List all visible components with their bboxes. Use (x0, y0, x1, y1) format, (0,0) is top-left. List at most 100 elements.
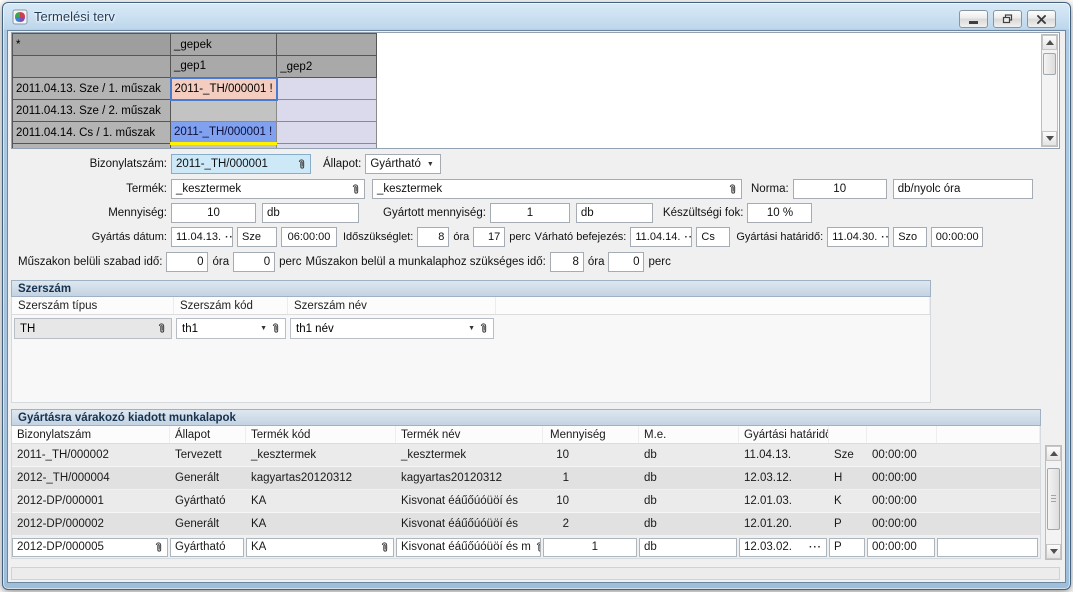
edit-termek-nev-field[interactable]: Kisvonat éáűőúóüöí és m (396, 538, 541, 557)
termek-kod-field[interactable]: _kesztermek (171, 179, 365, 199)
col-extra-blank (937, 426, 1040, 443)
gyartas-datum-field[interactable]: 11.04.13. ··· (171, 227, 233, 247)
table-row[interactable]: 2011-_TH/000002Tervezett _kesztermek_kes… (11, 444, 1041, 467)
scrollbar-thumb[interactable] (1043, 53, 1056, 75)
schedule-cell-selected[interactable]: 2011-_TH/000001 ! (171, 78, 277, 100)
schedule-grid: * _gepek _gep1 _gep2 2011.04.13. Sze / 1… (12, 33, 377, 149)
szerszam-col-kod: Szerszám kód (174, 297, 288, 314)
table-row[interactable]: 2012-_TH/000004Generált kagyartas2012031… (11, 467, 1041, 490)
varhato-label: Várható befejezés: (535, 231, 627, 243)
szabad-ora-value: 0 (197, 256, 203, 268)
col-termek-kod: Termék kód (246, 426, 396, 443)
mennyiseg-field[interactable]: 10 (171, 203, 256, 223)
allapot-value: Gyártható (370, 158, 421, 170)
szerszam-tipus-value: TH (20, 323, 35, 335)
termek-nev-field[interactable]: _kesztermek (372, 179, 742, 199)
paperclip-icon[interactable] (380, 541, 389, 554)
szukseges-perc-field[interactable]: 0 (608, 252, 644, 272)
edit-allapot-field[interactable]: Gyártható (170, 538, 244, 557)
paperclip-icon[interactable] (535, 541, 541, 554)
paperclip-icon[interactable] (154, 541, 163, 554)
hatarido-datum-field[interactable]: 11.04.30. ··· (827, 227, 889, 247)
grid-group-header: _gepek (171, 34, 277, 56)
paperclip-icon[interactable] (351, 183, 360, 196)
edit-bizonylatszam-field[interactable]: 2012-DP/000005 (12, 538, 168, 557)
szerszam-column-headers: Szerszám típus Szerszám kód Szerszám név (11, 297, 931, 315)
gyartott-unit-value: db (581, 207, 594, 219)
schedule-cell[interactable] (277, 78, 377, 100)
allapot-select[interactable]: Gyártható ▼ (365, 154, 441, 174)
ellipsis-button[interactable]: ··· (809, 542, 822, 553)
szabad-perc-value: 0 (264, 256, 270, 268)
idoszukseglet-ora-value: 8 (438, 231, 444, 243)
schedule-cell[interactable] (171, 144, 277, 150)
szerszam-tipus-field[interactable]: TH (14, 318, 172, 339)
szabad-perc-field[interactable]: 0 (233, 252, 275, 272)
table-row[interactable]: 2012-DP/000002Generált KAKisvonat éáűőúó… (11, 513, 1041, 536)
schedule-scrollbar[interactable] (1041, 34, 1058, 147)
paperclip-icon[interactable] (479, 322, 488, 335)
szukseges-ora-field[interactable]: 8 (550, 252, 584, 272)
edit-extra-field[interactable] (937, 538, 1038, 557)
scroll-up-button[interactable] (1046, 446, 1061, 461)
table-edit-row[interactable]: 2012-DP/000005 Gyártható KA Kisvonat éáű… (11, 536, 1041, 559)
close-button[interactable] (1027, 10, 1056, 28)
ellipsis-button[interactable]: ··· (684, 232, 692, 243)
ellipsis-button[interactable]: ··· (225, 232, 233, 243)
idoszukseglet-ora-field[interactable]: 8 (417, 227, 449, 247)
scrollbar-thumb[interactable] (1047, 468, 1060, 530)
szabad-ora-field[interactable]: 0 (166, 252, 208, 272)
paperclip-icon[interactable] (157, 322, 166, 335)
scroll-down-icon (1050, 549, 1058, 554)
schedule-cell[interactable] (171, 100, 277, 122)
paperclip-icon[interactable] (728, 183, 737, 196)
screenshot-stage: Termelési terv * _gepek (0, 0, 1073, 592)
varhato-datum-field[interactable]: 11.04.14. ··· (630, 227, 692, 247)
edit-hatarido-field[interactable]: 12.03.02. ··· (739, 538, 827, 557)
edit-termek-kod-field[interactable]: KA (246, 538, 394, 557)
gyartas-ido-field[interactable]: 06:00:00 (281, 227, 337, 247)
col-termek-nev: Termék név (396, 426, 543, 443)
bizonylatszam-field[interactable]: 2011-_TH/000001 (171, 154, 311, 174)
chevron-down-icon: ▼ (427, 161, 434, 168)
scroll-up-button[interactable] (1042, 35, 1057, 50)
keszultsegi-field[interactable]: 10 % (747, 203, 812, 223)
hatarido-ido-field[interactable]: 00:00:00 (931, 227, 983, 247)
restore-icon (1002, 14, 1013, 24)
schedule-cell[interactable] (277, 122, 377, 144)
edit-mennyiseg-field[interactable]: 1 (543, 538, 637, 557)
gyartott-unit-field[interactable]: db (576, 203, 653, 223)
norma-unit-field[interactable]: db/nyolc óra (893, 179, 1033, 199)
paperclip-icon[interactable] (271, 322, 280, 335)
mennyiseg-unit-field[interactable]: db (262, 203, 359, 223)
scroll-down-button[interactable] (1046, 544, 1061, 559)
schedule-cell-focused[interactable]: 2011-_TH/000001 ! (171, 122, 277, 144)
table-row[interactable]: 2012-DP/000001Gyártható KAKisvonat éáűőú… (11, 490, 1041, 513)
edit-me-field[interactable]: db (639, 538, 737, 557)
hatarido-nap-field[interactable]: Szo (893, 227, 927, 247)
paperclip-icon[interactable] (297, 158, 306, 171)
szerszam-nev-combo[interactable]: th1 név ▼ (290, 318, 494, 339)
munkalapok-scrollbar[interactable] (1045, 445, 1062, 560)
col-me: M.e. (639, 426, 739, 443)
scroll-down-button[interactable] (1042, 131, 1057, 146)
schedule-cell[interactable] (277, 144, 377, 150)
gyartas-ido-value: 06:00:00 (288, 231, 331, 243)
grid-corner-cell: * (13, 34, 171, 56)
norma-field[interactable]: 10 (793, 179, 887, 199)
idoszukseglet-perc-field[interactable]: 17 (473, 227, 505, 247)
edit-ido-field[interactable]: 00:00:00 (867, 538, 935, 557)
edit-nap-field[interactable]: P (829, 538, 865, 557)
szerszam-nev-value: th1 név (296, 323, 334, 335)
titlebar[interactable]: Termelési terv (3, 3, 1070, 30)
schedule-cell[interactable] (277, 100, 377, 122)
gyartas-nap-field[interactable]: Sze (237, 227, 277, 247)
ellipsis-button[interactable]: ··· (881, 232, 889, 243)
gyartott-field[interactable]: 1 (490, 203, 570, 223)
restore-button[interactable] (993, 10, 1022, 28)
grid-row-header: 2011.04.14. Cs / 1. műszak (13, 122, 171, 144)
szerszam-kod-combo[interactable]: th1 ▼ (176, 318, 286, 339)
termek-kod-value: _kesztermek (176, 183, 241, 195)
varhato-nap-field[interactable]: Cs (696, 227, 730, 247)
minimize-button[interactable] (959, 10, 988, 28)
